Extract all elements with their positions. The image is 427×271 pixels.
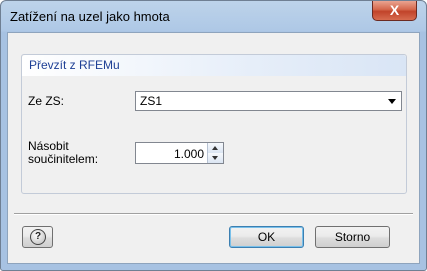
close-button[interactable]: X [372, 1, 417, 21]
factor-value[interactable]: 1.000 [174, 147, 204, 161]
close-icon: X [389, 2, 400, 18]
ok-button[interactable]: OK [229, 226, 304, 248]
load-case-value: ZS1 [140, 94, 163, 108]
from-lc-label: Ze ZS: [28, 94, 65, 108]
multiply-label-line2: součinitelem: [28, 152, 99, 166]
title-bar: Zatížení na uzel jako hmota X [1, 1, 426, 32]
load-case-select[interactable]: ZS1 [135, 91, 402, 111]
help-button[interactable]: ? [22, 226, 53, 248]
factor-spinner[interactable]: 1.000 [135, 142, 224, 164]
dialog-window: Zatížení na uzel jako hmota X Převzít z … [0, 0, 427, 271]
window-title: Zatížení na uzel jako hmota [10, 9, 170, 24]
cancel-button[interactable]: Storno [315, 226, 390, 248]
chevron-down-icon[interactable] [384, 92, 401, 110]
spin-buttons [207, 143, 223, 163]
group-header: Převzít z RFEMu [22, 55, 406, 76]
dialog-body: Převzít z RFEMu Ze ZS: ZS1 Násobit souči… [7, 32, 420, 264]
spin-down-icon[interactable] [208, 153, 223, 163]
help-icon: ? [30, 229, 46, 245]
group-title: Převzít z RFEMu [29, 58, 120, 72]
separator [14, 213, 413, 215]
multiply-label-line1: Násobit [28, 139, 69, 153]
import-group: Převzít z RFEMu Ze ZS: ZS1 Násobit souči… [21, 54, 407, 194]
